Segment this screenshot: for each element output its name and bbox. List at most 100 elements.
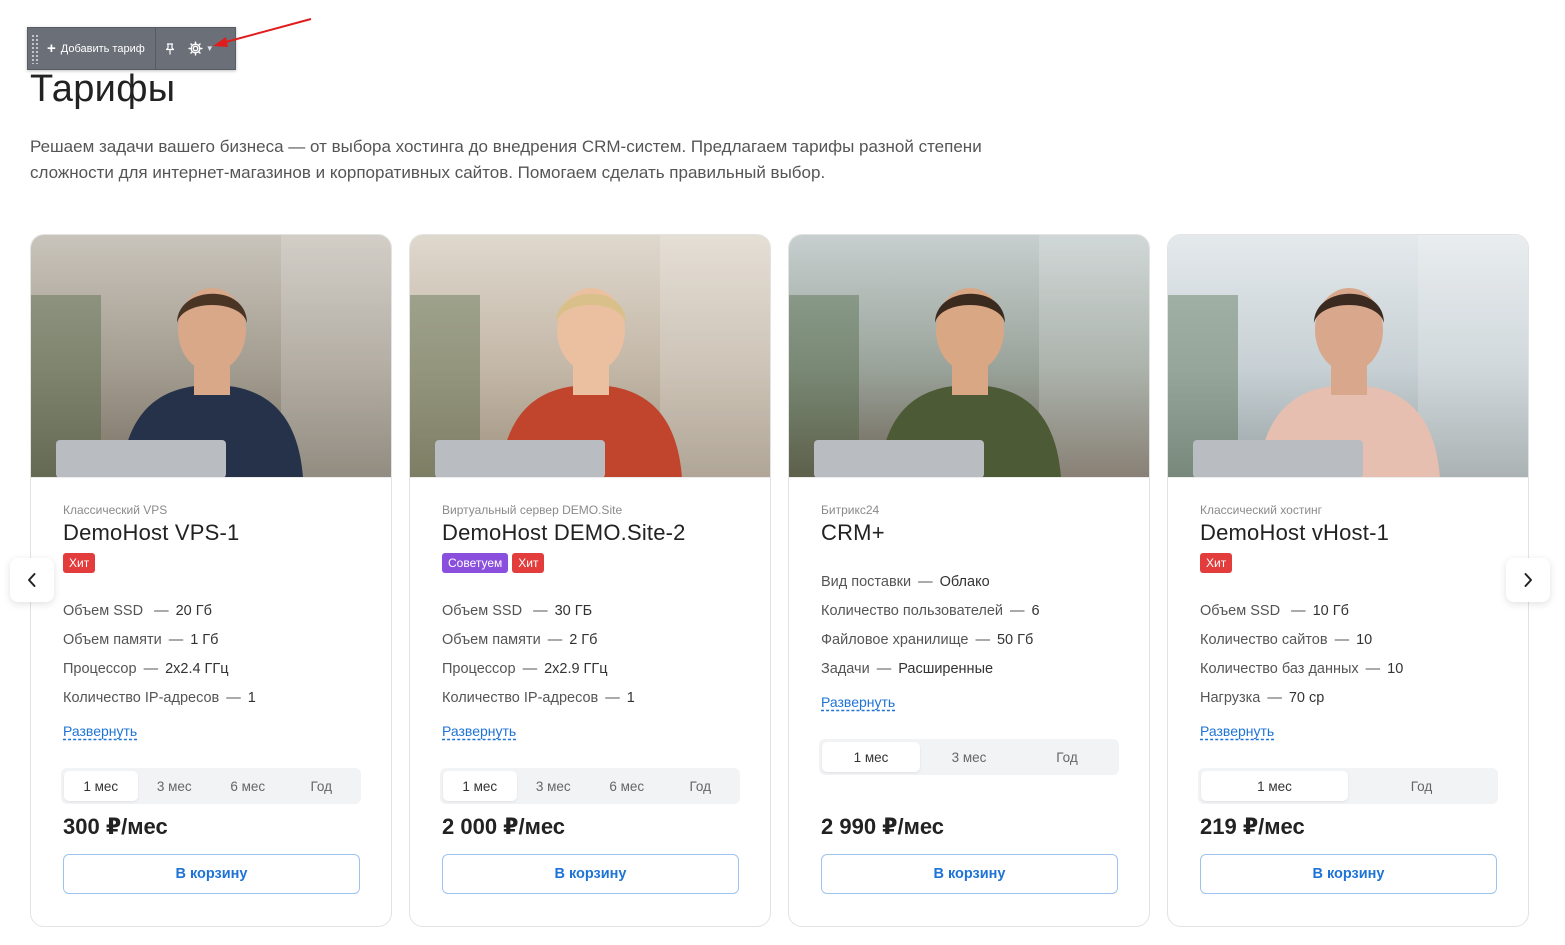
spec-value: Расширенные [898,661,994,677]
page-description: Решаем задачи вашего бизнеса — от выбора… [30,137,982,182]
spec-separator: — [876,661,892,677]
carousel-next-button[interactable] [1506,558,1550,602]
period-option[interactable]: 3 мес [920,742,1018,772]
spec-row: Вид поставки — Облако [821,568,1040,597]
spec-label: Процессор [442,661,516,677]
gear-icon [188,41,203,56]
spec-list: Объем SSD — 30 ГБ Объем памяти — 2 Гб Процесс… [442,597,635,713]
expand-link[interactable]: Развернуть [821,694,895,710]
spec-separator: — [143,661,159,677]
add-to-cart-button[interactable]: В корзину [63,854,360,894]
period-switcher: 1 мес Год [1198,768,1498,804]
tariff-price: 219 ₽/мес [1200,814,1305,839]
person-photo-illustration [410,235,770,477]
tariff-price: 2 000 ₽/мес [442,814,566,839]
spec-list: Объем SSD — 20 Гб Объем памяти — 1 Гб Процесс… [63,597,256,713]
spec-value: 2 Гб [569,632,598,648]
annotation-arrow-icon [213,18,312,47]
spec-value: 70 ср [1288,690,1325,706]
period-option[interactable]: 1 мес [1201,771,1348,801]
spec-row: Объем SSD — 10 Гб [1200,597,1403,626]
tariff-card: Битрикс24 CRM+ Вид поставки — Облако Количест… [788,234,1150,927]
carousel-prev-button[interactable] [10,558,54,602]
spec-separator: — [975,632,990,648]
period-option[interactable]: Год [1018,742,1116,772]
tariff-photo [410,235,770,478]
spec-label: Объем SSD [1200,603,1285,619]
tariff-name: CRM+ [821,520,885,545]
spec-label: Количество IP-адресов [63,690,220,706]
period-option[interactable]: 1 мес [64,771,138,801]
drag-handle[interactable] [31,33,39,64]
badge-group: Хит [63,553,96,573]
spec-list: Вид поставки — Облако Количество пользовате… [821,568,1040,684]
spec-label: Объем SSD [442,603,527,619]
period-option[interactable]: 3 мес [138,771,212,801]
add-to-cart-button[interactable]: В корзину [821,854,1118,894]
expand-link[interactable]: Развернуть [442,723,516,739]
spec-value: 2x2.9 ГГц [544,661,608,677]
period-switcher: 1 мес 3 мес 6 мес Год [440,768,740,804]
spec-value: 10 Гб [1312,603,1349,619]
period-switcher: 1 мес 3 мес 6 мес Год [61,768,361,804]
expand-link[interactable]: Развернуть [1200,723,1274,739]
spec-value: 1 [247,690,256,706]
spec-separator: — [1267,690,1282,706]
period-option[interactable]: 6 мес [211,771,285,801]
period-option[interactable]: Год [1348,771,1495,801]
period-option[interactable]: 1 мес [443,771,517,801]
spec-value: 50 Гб [996,632,1034,648]
period-option[interactable]: Год [285,771,359,801]
badge-group: Советуем Хит [442,553,545,573]
spec-label: Количество пользователей [821,603,1004,619]
spec-value: 6 [1031,603,1040,619]
spec-value: 1 Гб [190,632,219,648]
spec-separator: — [1365,661,1381,677]
spec-row: Объем памяти — 1 Гб [63,626,256,655]
spec-value: 2x2.4 ГГц [165,661,229,677]
spec-row: Количество IP-адресов — 1 [442,684,635,713]
spec-separator: — [1334,632,1350,648]
pin-icon [165,42,174,54]
spec-value: Облако [939,574,990,590]
tariff-category: Виртуальный сервер DEMO.Site [442,503,623,517]
hit-badge: Хит [1200,553,1233,573]
spec-value: 30 ГБ [554,603,593,619]
period-option[interactable]: 1 мес [822,742,920,772]
pin-button[interactable] [156,28,182,69]
add-to-cart-button[interactable]: В корзину [1200,854,1497,894]
tariff-photo [789,235,1149,478]
person-photo-illustration [1168,235,1528,477]
spec-separator: — [1010,603,1025,619]
tariff-category: Классический хостинг [1200,503,1323,517]
spec-row: Задачи — Расширенные [821,655,1040,684]
spec-row: Количество IP-адресов — 1 [63,684,256,713]
recommend-badge: Советуем [442,553,509,573]
plus-icon: + [47,40,56,57]
period-option[interactable]: 6 мес [590,771,664,801]
admin-toolbar: + Добавить тариф ▼ [27,27,236,70]
tariff-photo [31,235,391,478]
expand-link[interactable]: Развернуть [63,723,137,739]
spec-list: Объем SSD —10 Гб Количество сайтов —10 Коли… [1200,597,1403,713]
tariff-price: 2 990 ₽/мес [821,814,945,839]
period-switcher: 1 мес 3 мес Год [819,739,1119,775]
tariff-name: DemoHost VPS-1 [63,520,240,545]
spec-separator: — [1291,603,1306,619]
add-tariff-button[interactable]: + Добавить тариф [39,28,155,69]
add-to-cart-button[interactable]: В корзину [442,854,739,894]
spec-label: Количество баз данных [1200,661,1359,677]
period-option[interactable]: 3 мес [517,771,591,801]
spec-value: 1 [626,690,635,706]
spec-label: Объем памяти [442,632,541,648]
tariff-name: DemoHost vHost-1 [1200,520,1390,545]
tariff-price: 300 ₽/мес [63,814,168,839]
tariff-category: Битрикс24 [821,503,880,517]
period-option[interactable]: Год [664,771,738,801]
spec-separator: — [918,574,933,590]
spec-separator: — [226,690,241,706]
tariff-card: Классический хостинг DemoHost vHost-1 Хит О… [1167,234,1529,927]
spec-label: Объем памяти [63,632,162,648]
person-photo-illustration [789,235,1149,477]
spec-row: Количество пользователей — 6 [821,597,1040,626]
